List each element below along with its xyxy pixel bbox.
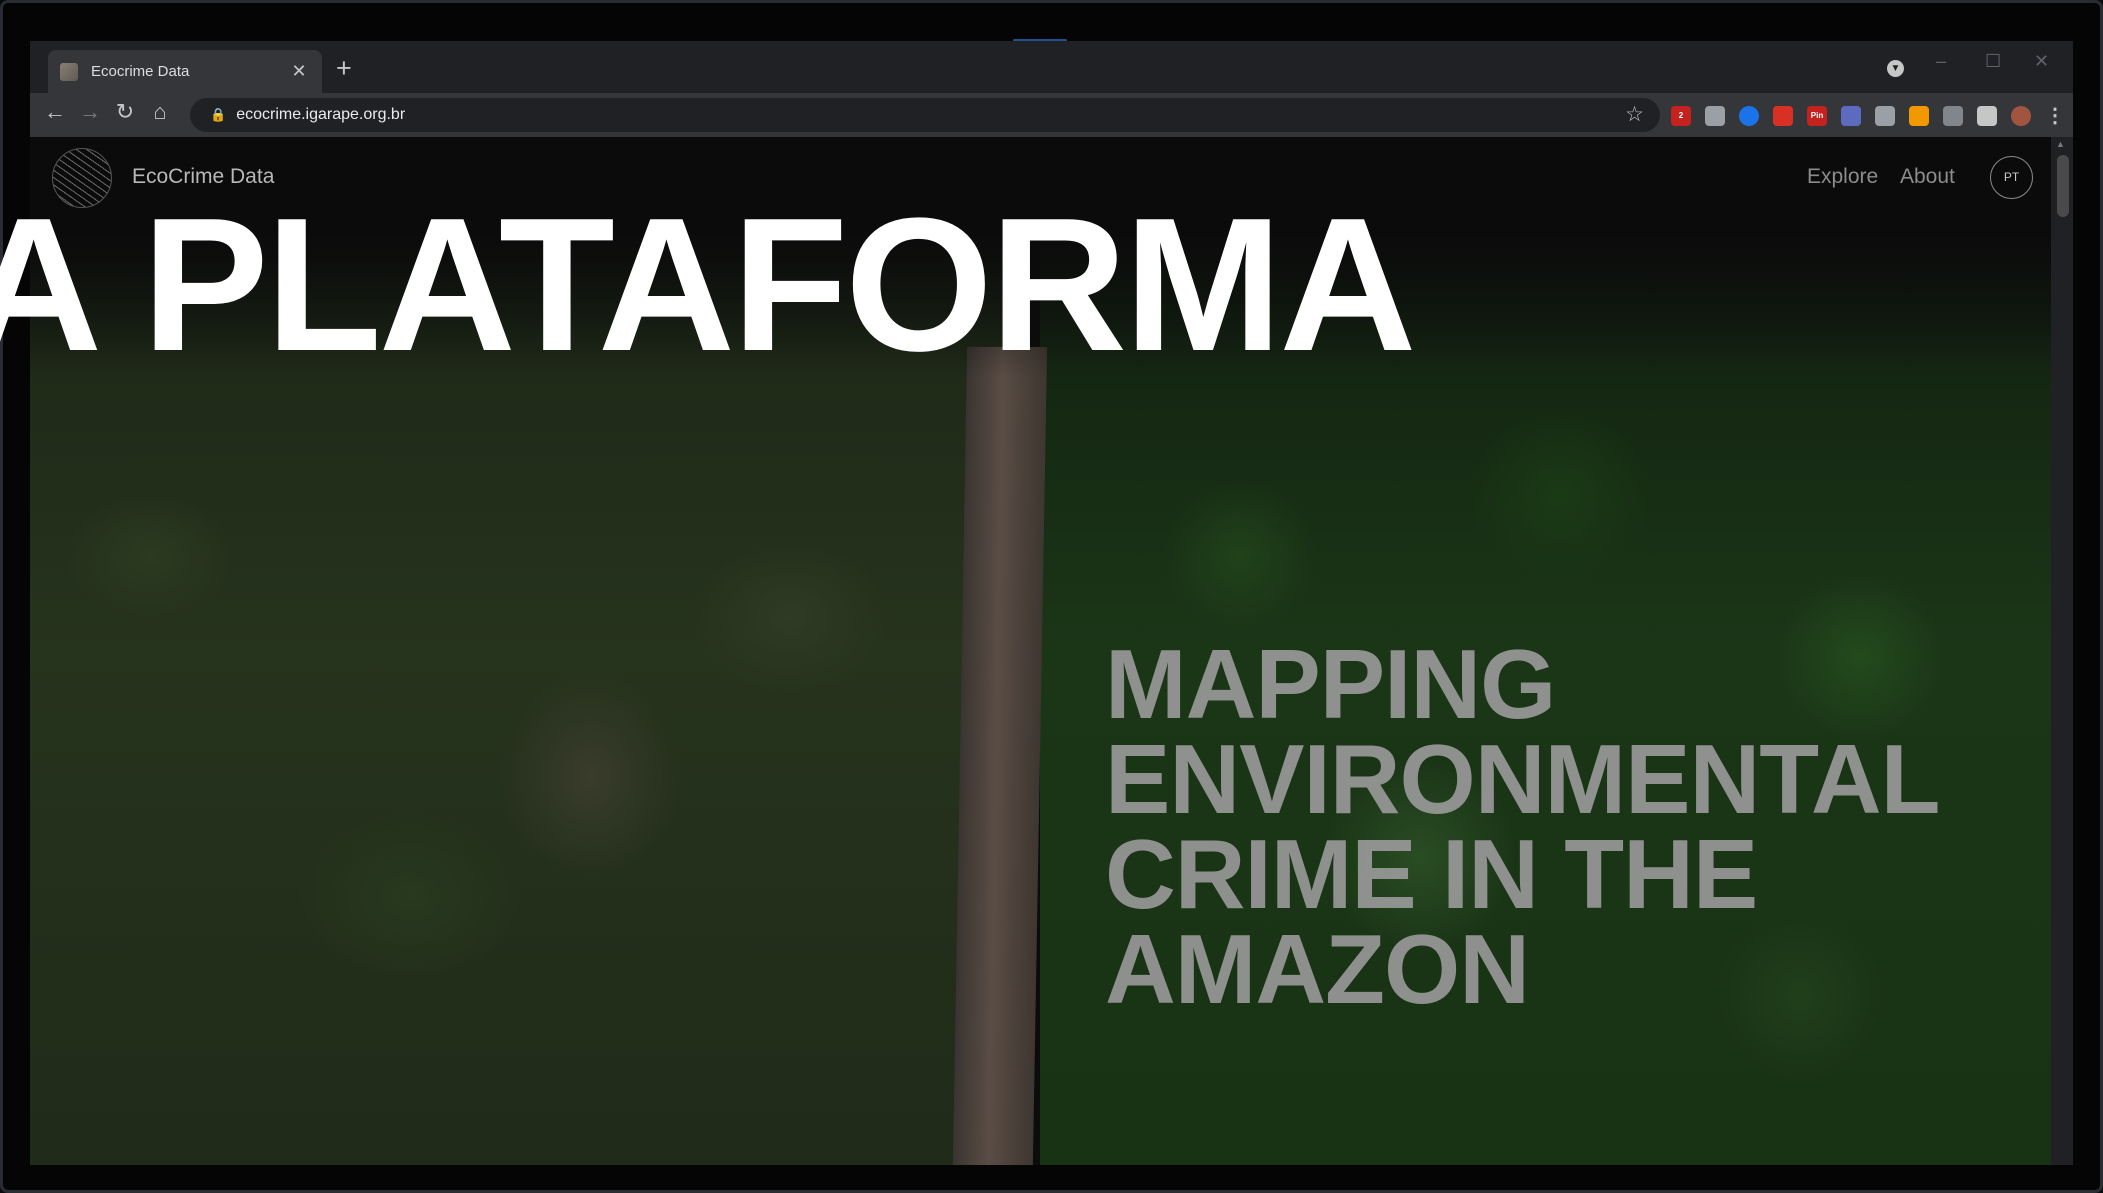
close-window-icon[interactable]: ✕	[2034, 51, 2049, 72]
reload-icon[interactable]: ↻	[110, 99, 140, 125]
bookmark-star-icon[interactable]: ☆	[1625, 102, 1644, 127]
tab-strip: Ecocrime Data ✕ + ▼ – ☐ ✕	[30, 41, 2073, 93]
extension-eye-icon[interactable]	[1875, 106, 1895, 126]
scrollbar[interactable]: ▲	[2051, 137, 2073, 1165]
extension-red-hand-icon[interactable]	[1773, 106, 1793, 126]
tab-ecocrime[interactable]: Ecocrime Data ✕	[48, 50, 322, 93]
hero-title: MAPPING ENVIRONMENTAL CRIME IN THE AMAZO…	[1105, 629, 1939, 1024]
back-arrow-icon[interactable]: ←	[40, 99, 70, 125]
extension-pen-icon[interactable]	[1705, 106, 1725, 126]
address-bar[interactable]: 🔒 ecocrime.igarape.org.br ☆	[190, 98, 1660, 132]
tab-search-icon[interactable]: ▼	[1887, 60, 1904, 77]
tab-close-icon[interactable]: ✕	[288, 61, 310, 82]
tab-title: Ecocrime Data	[91, 63, 190, 80]
browser-menu-icon[interactable]: ⋮	[2045, 106, 2065, 126]
extension-screen-icon[interactable]	[1841, 106, 1861, 126]
scroll-up-icon[interactable]: ▲	[2056, 139, 2065, 149]
home-icon[interactable]: ⌂	[145, 99, 175, 125]
extension-badge-icon[interactable]: 2	[1671, 106, 1691, 126]
forward-arrow-icon[interactable]: →	[75, 99, 105, 125]
lock-icon: 🔒	[210, 107, 227, 122]
overlay-caption: A PLATAFORMA	[0, 179, 1417, 391]
nav-about-link[interactable]: About	[1900, 165, 1955, 189]
profile-avatar-icon[interactable]	[2011, 106, 2031, 126]
favicon-icon	[60, 62, 78, 81]
new-tab-button[interactable]: +	[336, 54, 352, 82]
browser-toolbar: ← → ↻ ⌂ 🔒 ecocrime.igarape.org.br ☆ 2 Pin…	[30, 93, 2073, 137]
extension-blue-icon[interactable]	[1739, 106, 1759, 126]
scrollbar-thumb[interactable]	[2057, 155, 2069, 217]
minimize-icon[interactable]: –	[1936, 51, 1946, 72]
extensions-puzzle-icon[interactable]	[1977, 106, 1997, 126]
language-toggle-button[interactable]: PT	[1990, 156, 2033, 199]
url-text: ecocrime.igarape.org.br	[236, 106, 406, 123]
maximize-icon[interactable]: ☐	[1985, 51, 2001, 72]
dirt-road-image	[952, 347, 1048, 1165]
extension-pin-icon[interactable]: Pin	[1807, 106, 1827, 126]
extension-gray-icon[interactable]	[1943, 106, 1963, 126]
nav-explore-link[interactable]: Explore	[1807, 165, 1878, 189]
extension-flag-icon[interactable]	[1909, 106, 1929, 126]
